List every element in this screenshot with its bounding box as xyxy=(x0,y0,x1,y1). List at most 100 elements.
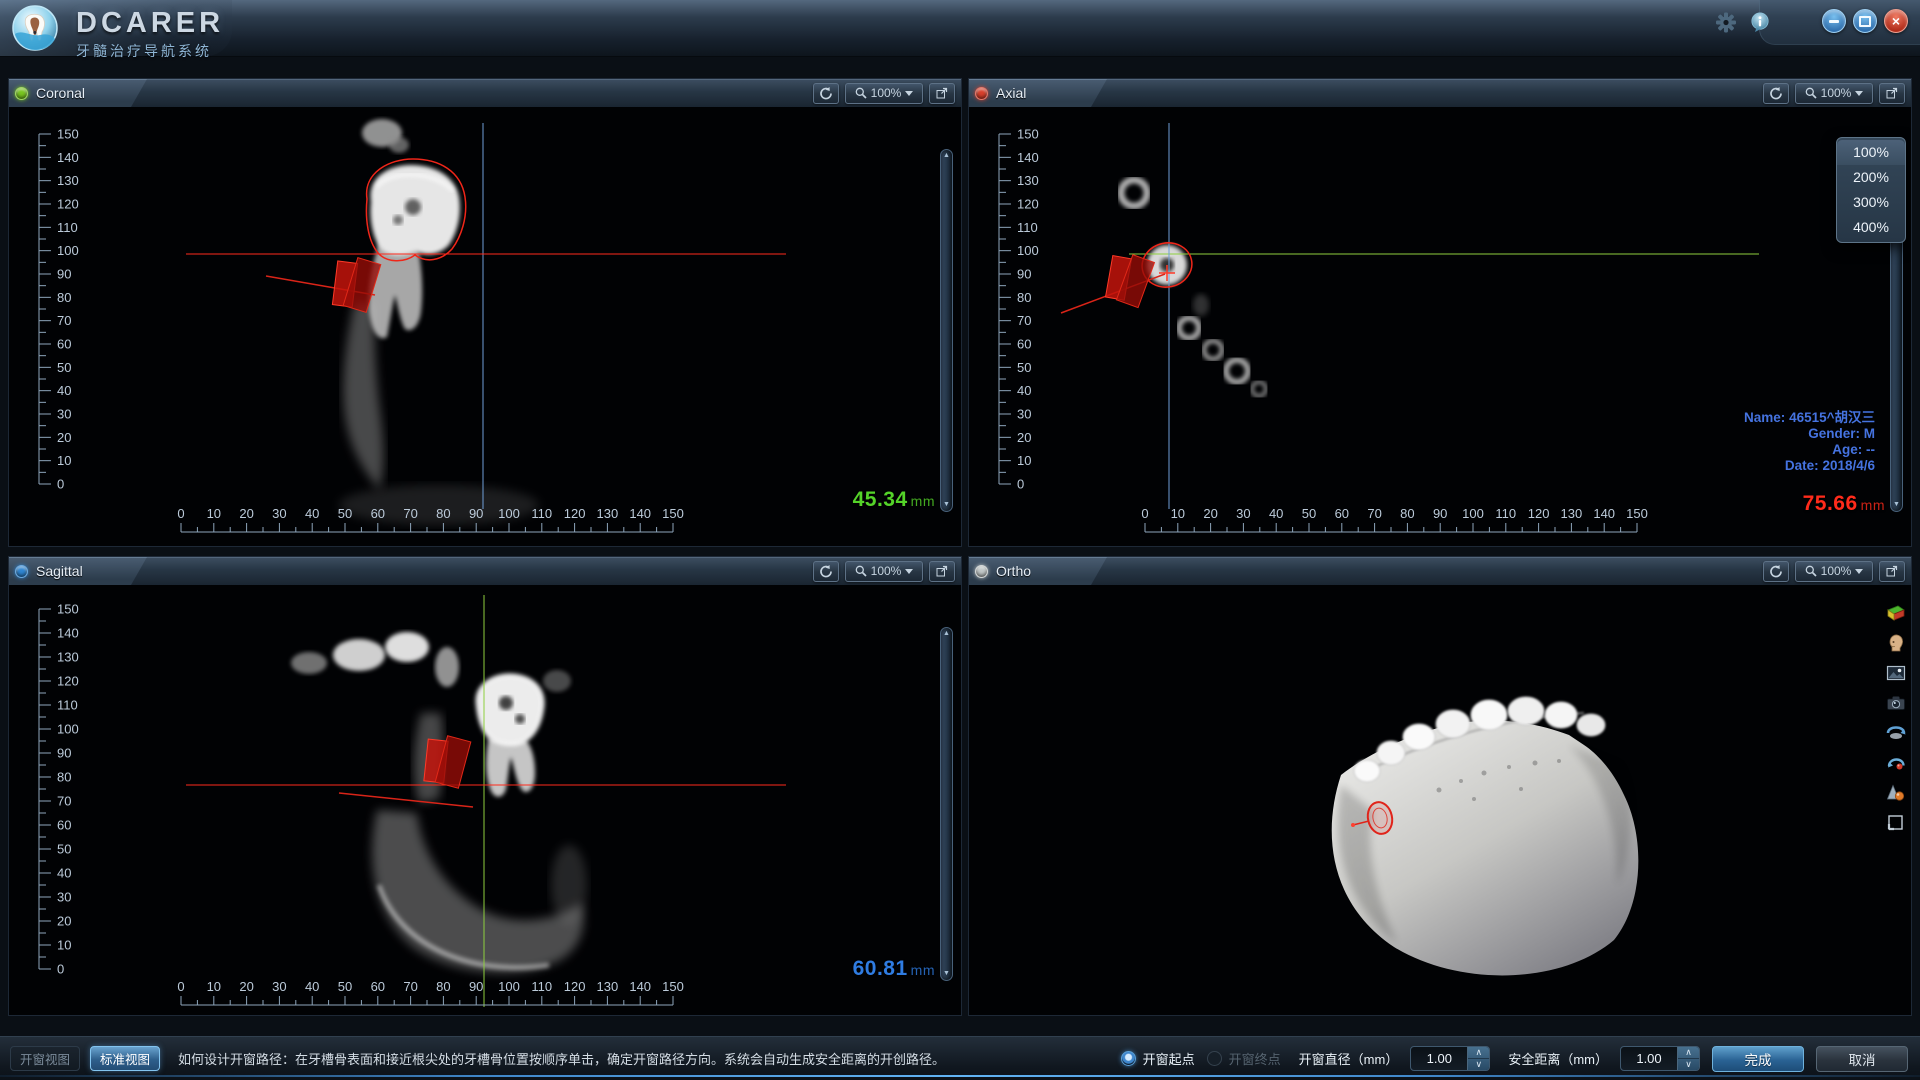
panel-axial: Axial 100% xyxy=(968,78,1912,547)
stepper-up-icon[interactable]: ∧ xyxy=(1468,1047,1489,1059)
panel-header: Coronal 100% xyxy=(9,79,961,108)
coronal-viewport[interactable]: 0102030405060708090100110120130140150 01… xyxy=(9,107,961,546)
orientation-axes-icon[interactable] xyxy=(1886,603,1906,623)
axial-ct-image xyxy=(969,107,1911,546)
stepper-down-icon[interactable]: ∨ xyxy=(1678,1059,1699,1070)
panel-header: Ortho 100% xyxy=(969,557,1911,586)
panel-ortho: Ortho 100% xyxy=(968,556,1912,1016)
minimize-button[interactable] xyxy=(1822,9,1846,33)
magnifier-icon xyxy=(855,87,867,99)
coronal-measurement: 45.34mm xyxy=(853,488,935,512)
chevron-down-icon xyxy=(1855,91,1863,96)
zoom-dropdown: 100% 200% 300% 400% xyxy=(1836,137,1906,243)
window-view-button[interactable]: 开窗视图 xyxy=(10,1046,80,1071)
zoom-level-value: 100% xyxy=(1821,564,1852,578)
ortho-3d-model xyxy=(969,585,1911,1015)
axial-status-dot xyxy=(975,87,988,100)
app-window: DCARER 牙髓治疗导航系统 xyxy=(0,0,1920,1080)
volume-clip-icon[interactable] xyxy=(1886,783,1906,803)
brand-block: DCARER 牙髓治疗导航系统 xyxy=(76,7,224,61)
sagittal-ct-image xyxy=(9,585,961,1015)
zoom-level-button[interactable]: 100% xyxy=(845,83,923,104)
expand-panel-button[interactable] xyxy=(1879,83,1905,104)
standard-view-button[interactable]: 标准视图 xyxy=(90,1046,160,1071)
coronal-status-dot xyxy=(15,87,28,100)
expand-panel-button[interactable] xyxy=(929,561,955,582)
sagittal-measurement: 60.81mm xyxy=(853,957,935,981)
coronal-ct-image xyxy=(9,107,961,546)
panel-tab xyxy=(969,79,1107,107)
safety-distance-label: 安全距离（mm） xyxy=(1508,1049,1608,1068)
panel-title: Axial xyxy=(996,85,1026,101)
head-view-icon[interactable] xyxy=(1886,633,1906,653)
zoom-option-400[interactable]: 400% xyxy=(1837,215,1905,240)
panel-title: Sagittal xyxy=(36,563,83,579)
chevron-down-icon xyxy=(905,569,913,574)
reset-view-button[interactable] xyxy=(1763,561,1789,582)
diameter-label: 开窗直径（mm） xyxy=(1299,1049,1399,1068)
chevron-down-icon xyxy=(905,91,913,96)
reset-view-button[interactable] xyxy=(813,83,839,104)
crop-resize-icon[interactable] xyxy=(1886,813,1906,833)
stepper-down-icon[interactable]: ∨ xyxy=(1468,1059,1489,1070)
ortho-viewport[interactable] xyxy=(969,585,1911,1015)
magnifier-icon xyxy=(1805,87,1817,99)
panel-sagittal: Sagittal 100% xyxy=(8,556,962,1016)
scroll-down-icon: ▼ xyxy=(943,501,950,509)
safety-distance-value[interactable]: 1.00 xyxy=(1621,1047,1677,1070)
scroll-down-icon: ▼ xyxy=(1893,501,1900,509)
sagittal-viewport[interactable]: 0102030405060708090100110120130140150 01… xyxy=(9,585,961,1015)
zoom-option-300[interactable]: 300% xyxy=(1837,190,1905,215)
close-icon: × xyxy=(1892,14,1900,28)
screenshot-image-icon[interactable] xyxy=(1886,663,1906,683)
zoom-level-value: 100% xyxy=(1821,86,1852,100)
done-button[interactable]: 完成 xyxy=(1712,1046,1804,1072)
magnifier-icon xyxy=(1805,565,1817,577)
camera-icon[interactable] xyxy=(1886,693,1906,713)
panel-coronal: Coronal 100% xyxy=(8,78,962,547)
expand-panel-button[interactable] xyxy=(929,83,955,104)
maximize-button[interactable] xyxy=(1853,9,1877,33)
zoom-level-value: 100% xyxy=(871,86,902,100)
panel-tab xyxy=(969,557,1107,585)
app-logo-tooth-icon xyxy=(12,5,58,51)
zoom-option-200[interactable]: 200% xyxy=(1837,165,1905,190)
app-subtitle: 牙髓治疗导航系统 xyxy=(76,41,224,61)
panel-title: Ortho xyxy=(996,563,1031,579)
slice-scrollbar[interactable]: ▲ ▼ xyxy=(940,149,953,512)
zoom-option-100[interactable]: 100% xyxy=(1837,140,1905,165)
panel-header: Sagittal 100% xyxy=(9,557,961,586)
title-bar: DCARER 牙髓治疗导航系统 xyxy=(0,0,1920,57)
expand-panel-button[interactable] xyxy=(1879,561,1905,582)
minimize-icon xyxy=(1829,20,1839,23)
safety-distance-stepper[interactable]: 1.00 ∧ ∨ xyxy=(1620,1046,1700,1071)
diameter-value[interactable]: 1.00 xyxy=(1411,1047,1467,1070)
axial-viewport[interactable]: 0102030405060708090100110120130140150 01… xyxy=(969,107,1911,546)
panel-title: Coronal xyxy=(36,85,85,101)
reset-view-button[interactable] xyxy=(813,561,839,582)
cancel-button[interactable]: 取消 xyxy=(1816,1046,1908,1072)
scroll-up-icon: ▲ xyxy=(943,152,950,160)
diameter-stepper[interactable]: 1.00 ∧ ∨ xyxy=(1410,1046,1490,1071)
zoom-level-button[interactable]: 100% xyxy=(1795,561,1873,582)
ortho-tool-rail xyxy=(1884,603,1908,833)
scroll-down-icon: ▼ xyxy=(943,970,950,978)
app-title: DCARER xyxy=(76,7,224,40)
slice-scrollbar[interactable]: ▲ ▼ xyxy=(940,627,953,981)
magnifier-icon xyxy=(855,565,867,577)
settings-gear-icon[interactable] xyxy=(1716,12,1736,32)
panel-header: Axial 100% xyxy=(969,79,1911,108)
close-button[interactable]: × xyxy=(1884,9,1908,33)
rotate-orbit-icon[interactable] xyxy=(1886,753,1906,773)
axial-measurement: 75.66mm xyxy=(1803,492,1885,516)
stepper-up-icon[interactable]: ∧ xyxy=(1678,1047,1699,1059)
zoom-level-button[interactable]: 100% xyxy=(1795,83,1873,104)
reset-view-button[interactable] xyxy=(1763,83,1789,104)
instruction-text: 如何设计开窗路径：在牙槽骨表面和接近根尖处的牙槽骨位置按顺序单击，确定开窗路径方… xyxy=(178,1049,945,1068)
end-point-radio[interactable]: 开窗终点 xyxy=(1207,1049,1281,1068)
help-info-icon[interactable] xyxy=(1750,12,1770,32)
zoom-level-button[interactable]: 100% xyxy=(845,561,923,582)
start-point-radio[interactable]: 开窗起点 xyxy=(1121,1049,1195,1068)
rotate-horizontal-icon[interactable] xyxy=(1886,723,1906,743)
scroll-up-icon: ▲ xyxy=(943,630,950,638)
